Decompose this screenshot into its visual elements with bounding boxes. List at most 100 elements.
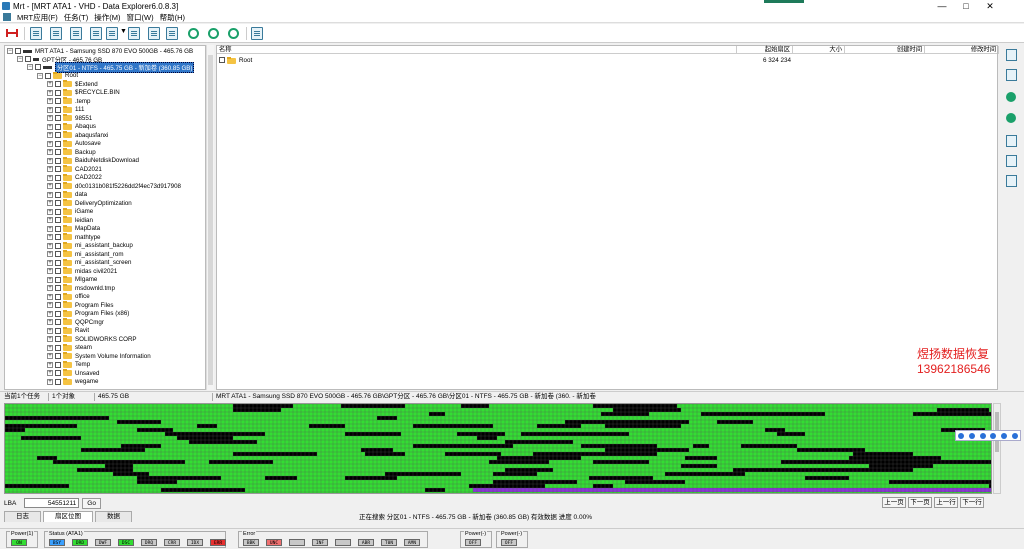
checkbox[interactable] [55,276,61,283]
column-modified[interactable]: 修改时间 [925,46,999,54]
checkbox[interactable] [55,251,61,258]
checkbox[interactable] [55,370,61,377]
expand-icon[interactable]: + [47,81,53,88]
ime-icon[interactable] [968,432,975,439]
file-list[interactable]: 名称 起始扇区 大小 创建时间 修改时间 Root 6 324 234 [216,45,999,390]
checkbox[interactable] [55,302,61,309]
checkbox[interactable] [55,344,61,351]
checkbox[interactable] [55,217,61,224]
expand-icon[interactable]: + [47,217,53,224]
checkbox[interactable] [55,378,61,385]
open-disk-icon[interactable] [30,27,42,40]
tab-sector-bitmap[interactable]: 扇区位图 [43,511,93,522]
expand-icon[interactable]: + [47,361,53,368]
tree-node-folder[interactable]: + mi_assistant_backup [47,241,133,251]
skip-icon[interactable] [188,28,199,39]
tree-node-folder[interactable]: + CAD2022 [47,173,102,183]
export-icon[interactable] [1006,175,1017,187]
tree-node-folder[interactable]: + QQPCmgr [47,318,104,327]
expand-icon[interactable]: + [47,259,53,266]
document-icon[interactable] [1006,69,1017,81]
checkbox[interactable] [55,89,61,96]
tree-node-folder[interactable]: + Temp [47,360,90,370]
tree-node-folder[interactable]: + office [47,292,90,302]
tree-node-folder[interactable]: + System Volume Information [47,352,151,361]
expand-icon[interactable]: + [47,370,53,377]
checkbox[interactable] [55,149,61,156]
tree-node-folder[interactable]: + Backup [47,148,96,157]
partition-icon[interactable] [70,27,82,40]
expand-icon[interactable]: + [47,302,53,309]
ime-toolbar[interactable] [955,430,1021,441]
checkbox[interactable] [55,336,61,343]
collapse-icon[interactable]: − [37,72,43,79]
report-icon[interactable] [1006,135,1017,147]
expand-icon[interactable]: + [47,123,53,130]
tree-node-folder[interactable]: + Program Files (x86) [47,309,129,319]
checkbox[interactable] [55,157,61,164]
checkbox[interactable] [219,57,225,63]
tree-node-folder[interactable]: + msdownld.tmp [47,284,115,293]
checkbox[interactable] [55,353,61,360]
tree-node-folder[interactable]: + iGame [47,207,93,217]
expand-icon[interactable]: + [47,285,53,292]
list-item[interactable]: Root 6 324 234 [217,56,997,65]
tree-node-folder[interactable]: + Abaqus [47,122,96,132]
expand-icon[interactable]: + [47,183,53,190]
lba-input[interactable] [24,498,80,508]
expand-icon[interactable]: + [47,174,53,181]
tree-node-folder[interactable]: + mi_assistant_screen [47,258,131,268]
open-image-icon[interactable] [50,27,62,40]
tree-node-folder[interactable]: + d0c0131b081f5226dd2f4ec73d917908 [47,182,181,191]
collapse-icon[interactable]: − [7,48,13,55]
tree-node-folder[interactable]: + leidian [47,216,93,225]
checkbox[interactable] [35,64,41,71]
menu-operation[interactable]: 操作(M) [91,12,123,23]
collapse-icon[interactable]: − [17,56,23,63]
menu-window[interactable]: 窗口(W) [124,12,157,23]
checkbox[interactable] [55,310,61,317]
copy-icon[interactable] [1006,155,1017,167]
tree-node-root[interactable]: − Root [37,71,78,81]
expand-icon[interactable]: + [47,234,53,241]
checkbox[interactable] [55,319,61,326]
checkbox[interactable] [55,132,61,139]
collapse-icon[interactable]: − [27,64,33,71]
expand-icon[interactable]: + [47,149,53,156]
ime-icon[interactable] [979,432,986,439]
expand-icon[interactable]: + [47,319,53,326]
tree-node-folder[interactable]: + data [47,190,87,200]
expand-icon[interactable]: + [47,293,53,300]
prev-page-button[interactable]: 上一页 [882,497,906,508]
close-button[interactable]: ✕ [980,0,1000,12]
tree-node-folder[interactable]: + Unsaved [47,369,99,378]
recover-icon[interactable] [1006,113,1016,123]
tree-node-folder[interactable]: + steam [47,343,92,353]
tree-scrollbar[interactable] [206,45,214,390]
expand-icon[interactable]: + [47,166,53,173]
tree-node-folder[interactable]: + Ravit [47,326,89,336]
checkbox[interactable] [55,259,61,266]
scrollbar-thumb[interactable] [208,55,213,385]
menu-help[interactable]: 帮助(H) [157,12,188,23]
expand-icon[interactable]: + [47,276,53,283]
minimize-button[interactable]: — [932,0,952,12]
ime-icon[interactable] [1000,432,1007,439]
export-icon[interactable] [166,27,178,40]
settings-icon[interactable] [1011,432,1018,439]
checkbox[interactable] [55,200,61,207]
tree-node-folder[interactable]: + midas civil2021 [47,267,117,276]
copy-icon[interactable] [148,27,160,40]
expand-icon[interactable]: + [47,208,53,215]
checkbox[interactable] [55,268,61,275]
tree-node-folder[interactable]: +98551 [47,114,92,123]
stop-icon[interactable] [228,28,239,39]
expand-icon[interactable]: + [47,98,53,105]
tab-log[interactable]: 日志 [4,511,41,522]
tree-node-partition[interactable]: − 分区01 - NTFS - 465.75 GB - 新加卷 (360.85 … [27,61,195,73]
checkbox[interactable] [55,166,61,173]
tree-node-folder[interactable]: + SOLIDWORKS CORP [47,335,137,344]
expand-icon[interactable]: + [47,132,53,139]
maximize-button[interactable]: □ [956,0,976,12]
tree-node-folder[interactable]: +111 [47,105,84,115]
